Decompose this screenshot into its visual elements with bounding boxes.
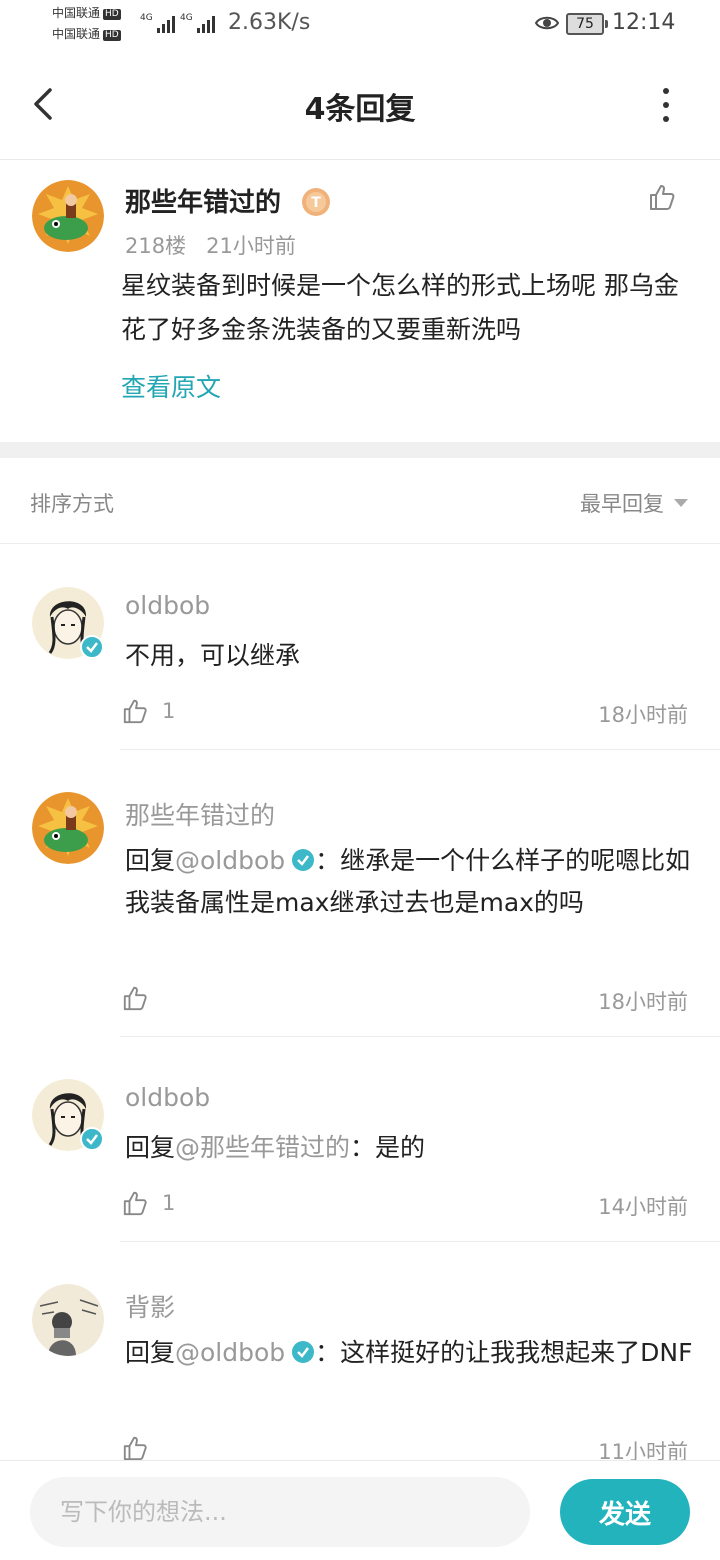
page-title: 4条回复 [304, 92, 416, 127]
reply-time: 14小时前 [598, 1195, 688, 1219]
like-icon[interactable] [122, 1189, 150, 1217]
original-post: 那些年错过的 T 218楼 21小时前 星纹装备到时候是一个怎么样的形式上场呢 那… [0, 160, 720, 442]
comment-input[interactable] [30, 1477, 530, 1547]
battery-icon: 75 [566, 13, 608, 35]
reply-text: 回复@那些年错过的：是的 [125, 1133, 426, 1162]
reply-time: 11小时前 [598, 1440, 688, 1460]
more-options-icon[interactable] [656, 88, 676, 122]
mention-link[interactable]: @oldbob [175, 846, 285, 875]
view-original-link[interactable]: 查看原文 [121, 368, 221, 404]
header: 4条回复 [0, 56, 720, 160]
reply-author[interactable]: 那些年错过的 [125, 796, 275, 832]
eye-icon [535, 16, 559, 30]
status-bar: 中国联通 HD 中国联通 HD 4G 4G 2.63K/s 75 12:14 [0, 0, 720, 50]
verified-icon [80, 1127, 104, 1151]
carrier-1: 中国联通 HD [52, 6, 121, 20]
verified-icon [292, 849, 315, 871]
sort-value: 最早回复 [580, 492, 664, 516]
like-icon[interactable] [122, 697, 150, 725]
sort-dropdown[interactable]: 最早回复 [580, 488, 688, 518]
section-divider [0, 442, 720, 458]
verified-icon [80, 635, 104, 659]
reply-item: 那些年错过的 回复@oldbob ：继承是一个什么样子的呢嗯比如我装备属性是max… [0, 750, 720, 1037]
like-count: 1 [162, 699, 176, 723]
reply-item: oldbob 不用，可以继承 1 18小时前 [0, 545, 720, 750]
floor-number: 218楼 [125, 234, 187, 258]
mention-link[interactable]: @oldbob [175, 1338, 285, 1367]
caret-down-icon [674, 499, 688, 507]
avatar[interactable] [32, 792, 104, 864]
avatar[interactable] [32, 180, 104, 252]
reply-time: 18小时前 [598, 990, 688, 1014]
reply-item: oldbob 回复@那些年错过的：是的 1 14小时前 [0, 1037, 720, 1242]
reply-author[interactable]: oldbob [125, 1083, 210, 1112]
like-button[interactable] [122, 1434, 162, 1460]
reply-author[interactable]: oldbob [125, 591, 210, 620]
send-button[interactable]: 发送 [560, 1479, 690, 1545]
like-icon[interactable] [648, 182, 678, 212]
reply-author[interactable]: 背影 [125, 1288, 175, 1324]
post-time: 21小时前 [206, 234, 296, 258]
post-body: 星纹装备到时候是一个怎么样的形式上场呢 那乌金花了好多金条洗装备的又要重新洗吗 [121, 271, 679, 344]
like-icon[interactable] [122, 1434, 150, 1460]
comment-composer: 发送 [0, 1460, 720, 1560]
avatar[interactable] [32, 1284, 104, 1356]
signal-icon-2: 4G [180, 13, 215, 33]
reply-prefix: 回复 [125, 846, 176, 875]
post-meta: 218楼 21小时前 [125, 230, 296, 260]
reply-item: 背影 回复@oldbob ：这样挺好的让我我想起来了DNF 11小时前 [0, 1242, 720, 1460]
like-button[interactable] [122, 984, 162, 1012]
verified-icon [292, 1341, 315, 1363]
net-speed: 2.63K/s [228, 10, 311, 35]
carrier-2: 中国联通 HD [52, 27, 121, 41]
level-badge-icon: T [302, 188, 330, 216]
signal-icon: 4G [140, 13, 175, 33]
post-author[interactable]: 那些年错过的 [125, 182, 281, 219]
mention-link[interactable]: @那些年错过的 [175, 1133, 350, 1162]
like-button[interactable]: 1 [122, 1189, 175, 1217]
like-count: 1 [162, 1191, 176, 1215]
like-icon[interactable] [122, 984, 150, 1012]
battery-level: 75 [576, 16, 594, 32]
clock: 12:14 [612, 10, 676, 35]
sort-row: 排序方式 最早回复 [0, 458, 720, 544]
reply-prefix: 回复 [125, 1133, 176, 1162]
svg-text:T: T [311, 195, 321, 211]
reply-text: 回复@oldbob ：继承是一个什么样子的呢嗯比如我装备属性是max继承过去也是m… [125, 846, 691, 917]
reply-text: 回复@oldbob ：这样挺好的让我我想起来了DNF [125, 1338, 693, 1367]
reply-time: 18小时前 [598, 703, 688, 727]
reply-prefix: 回复 [125, 1338, 176, 1367]
like-button[interactable]: 1 [122, 697, 175, 725]
reply-text: 不用，可以继承 [125, 641, 301, 670]
sort-label: 排序方式 [30, 492, 114, 516]
